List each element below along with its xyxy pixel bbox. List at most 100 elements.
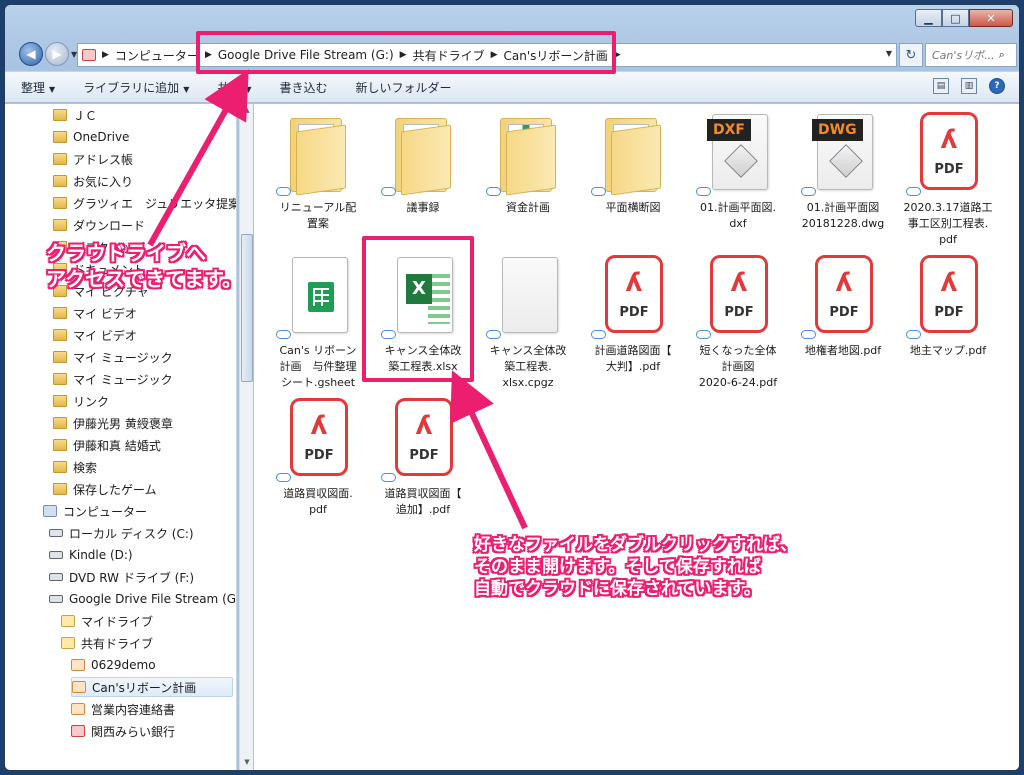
file-item[interactable]: ʎ PDF 地権者地図.pdf <box>795 251 891 359</box>
file-item[interactable]: 議事録 <box>375 108 471 216</box>
new-folder-button[interactable]: 新しいフォルダー <box>356 79 452 96</box>
file-item[interactable]: ʎ PDF 2020.3.17道路工 事工区別工程表. pdf <box>900 108 996 248</box>
refresh-icon[interactable]: ↻ <box>899 43 923 67</box>
file-item[interactable]: 平面横断図 <box>585 108 681 216</box>
sidebar-item[interactable]: コンピューター <box>43 501 147 521</box>
pdf-label: PDF <box>934 305 964 320</box>
cloud-icon <box>276 330 291 339</box>
sidebar-item[interactable]: 検索 <box>53 457 97 477</box>
sidebar-item[interactable]: マイ ビデオ <box>53 303 137 323</box>
folder-icon <box>53 197 67 209</box>
file-name: 2020.3.17道路工 事工区別工程表. pdf <box>903 201 993 246</box>
pdf-file-icon: ʎ PDF <box>795 251 891 341</box>
cloud-icon <box>591 187 606 196</box>
sidebar-item[interactable]: 営業内容連絡書 <box>71 699 175 719</box>
arrow-left-icon[interactable]: ◀ <box>19 42 43 66</box>
sidebar-item[interactable]: マイドライブ <box>61 611 153 631</box>
sidebar-item-label: リンク <box>73 394 110 409</box>
file-icon <box>270 251 366 341</box>
chevron-right-icon[interactable]: ▶ <box>102 50 109 60</box>
sidebar-item[interactable]: お気に入り <box>53 171 133 191</box>
file-item[interactable]: 資金計画 <box>480 108 576 216</box>
sidebar-item[interactable]: リンク <box>53 391 109 411</box>
file-name: 資金計画 <box>506 201 550 214</box>
cloud-icon <box>696 187 711 196</box>
sidebar-item[interactable]: DVD RW ドライブ (F:) <box>49 567 194 587</box>
sidebar-item[interactable]: ローカル ディスク (C:) <box>49 523 194 543</box>
file-item[interactable]: ʎ PDF 計画道路図面【 大判】.pdf <box>585 251 681 375</box>
sidebar-item[interactable]: マイ ビデオ <box>53 325 137 345</box>
sidebar-item[interactable]: ＪＣ <box>53 105 97 125</box>
organize-menu[interactable]: 整理 ▼ <box>21 79 55 96</box>
sidebar-item-label: 保存したゲーム <box>73 482 157 497</box>
sidebar-item-label: マイ ビデオ <box>73 306 137 321</box>
sidebar-item-label: マイ ミュージック <box>73 350 173 365</box>
cloud-icon <box>591 330 606 339</box>
sidebar-item[interactable]: 0629demo <box>71 655 156 675</box>
file-name: 道路買収図面. pdf <box>283 487 353 516</box>
sidebar-item[interactable]: OneDrive <box>53 127 129 147</box>
window-controls: ▁ □ ✕ <box>915 9 1013 27</box>
view-options-icon[interactable]: ▤ <box>933 78 949 94</box>
scroll-up-icon[interactable]: ▲ <box>241 106 253 118</box>
pdf-label: PDF <box>304 448 334 463</box>
sidebar-item[interactable]: 伊藤光男 黄綬褒章 <box>53 413 173 433</box>
folder-icon <box>71 725 85 737</box>
folder-icon <box>53 175 67 187</box>
file-item[interactable]: キャンス全体改 築工程表. xlsx.cpgz <box>480 251 576 391</box>
file-name: 地権者地図.pdf <box>804 344 882 357</box>
sidebar-item[interactable]: マイ ミュージック <box>53 369 173 389</box>
sidebar-item-label: マイ ビデオ <box>73 328 137 343</box>
scrollbar-thumb[interactable] <box>241 234 253 382</box>
sidebar-item[interactable]: アドレス帳 <box>53 149 133 169</box>
folder-icon <box>53 483 67 495</box>
maximize-button[interactable]: □ <box>942 9 969 27</box>
sidebar-item-label: マイドライブ <box>81 614 154 629</box>
file-item[interactable]: ʎ PDF 道路買収図面【 追加】.pdf <box>375 394 471 518</box>
file-name: 地主マップ.pdf <box>909 344 987 357</box>
add-to-library-menu[interactable]: ライブラリに追加 ▼ <box>83 79 189 96</box>
sidebar-item-label: ダウンロード <box>73 218 146 233</box>
sidebar-item[interactable]: ダウンロード <box>53 215 145 235</box>
chevron-down-icon: ▼ <box>245 84 252 94</box>
cloud-icon <box>801 330 816 339</box>
file-item[interactable]: ʎ PDF 地主マップ.pdf <box>900 251 996 359</box>
share-menu[interactable]: 共有 ▼ <box>217 79 251 96</box>
cloud-icon <box>276 187 291 196</box>
file-item[interactable]: ʎ PDF 道路買収図面. pdf <box>270 394 366 518</box>
help-icon[interactable]: ? <box>989 78 1005 94</box>
sidebar-item[interactable]: Google Drive File Stream (G:) <box>49 589 236 609</box>
navigation-scrollbar[interactable]: ▲ ▼ <box>239 104 253 770</box>
sidebar-item[interactable]: 関西みらい銀行 <box>71 721 175 741</box>
file-item[interactable]: ʎ PDF 短くなった全体 計画図 2020-6-24.pdf <box>690 251 786 391</box>
scroll-down-icon[interactable]: ▼ <box>241 758 253 770</box>
sidebar-item[interactable]: Can'sリボーン計画 <box>71 677 233 697</box>
sidebar-item[interactable]: グラツィエ ジュリエッタ提案 <box>53 193 236 213</box>
sidebar-item[interactable]: マイ ミュージック <box>53 347 173 367</box>
sidebar-item[interactable]: 保存したゲーム <box>53 479 157 499</box>
arrow-right-icon[interactable]: ▶ <box>45 42 69 66</box>
file-item[interactable]: リニューアル配 置案 <box>270 108 366 232</box>
file-icon: DWG <box>795 108 891 198</box>
cloud-icon <box>801 187 816 196</box>
file-item[interactable]: DXF 01.計画平面図. dxf <box>690 108 786 232</box>
sidebar-item-label: 伊藤光男 黄綬褒章 <box>73 416 173 431</box>
search-input[interactable]: Can'sリボ... ⌕ <box>925 43 1017 67</box>
pdf-file-icon: ʎ PDF <box>690 251 786 341</box>
sidebar-item[interactable]: Kindle (D:) <box>49 545 133 565</box>
sidebar-item[interactable]: 共有ドライブ <box>61 633 153 653</box>
file-name: Can's リボーン 計画 与件整理 シート.gsheet <box>279 344 357 389</box>
pdf-label: PDF <box>829 305 859 320</box>
sidebar-item-label: 共有ドライブ <box>81 636 154 651</box>
file-item[interactable]: Can's リボーン 計画 与件整理 シート.gsheet <box>270 251 366 391</box>
preview-pane-icon[interactable]: ▥ <box>961 78 977 94</box>
minimize-button[interactable]: ▁ <box>915 9 942 27</box>
sidebar-item[interactable]: 伊藤和真 結婚式 <box>53 435 161 455</box>
file-item[interactable]: DWG 01.計画平面図 20181228.dwg <box>795 108 891 232</box>
breadcrumb-computer[interactable]: コンピューター <box>115 47 199 64</box>
folder-icon <box>61 615 75 627</box>
burn-button[interactable]: 書き込む <box>280 79 328 96</box>
chevron-down-icon[interactable]: ▼ <box>886 49 892 58</box>
file-name: 議事録 <box>406 201 440 214</box>
close-button[interactable]: ✕ <box>969 9 1013 27</box>
